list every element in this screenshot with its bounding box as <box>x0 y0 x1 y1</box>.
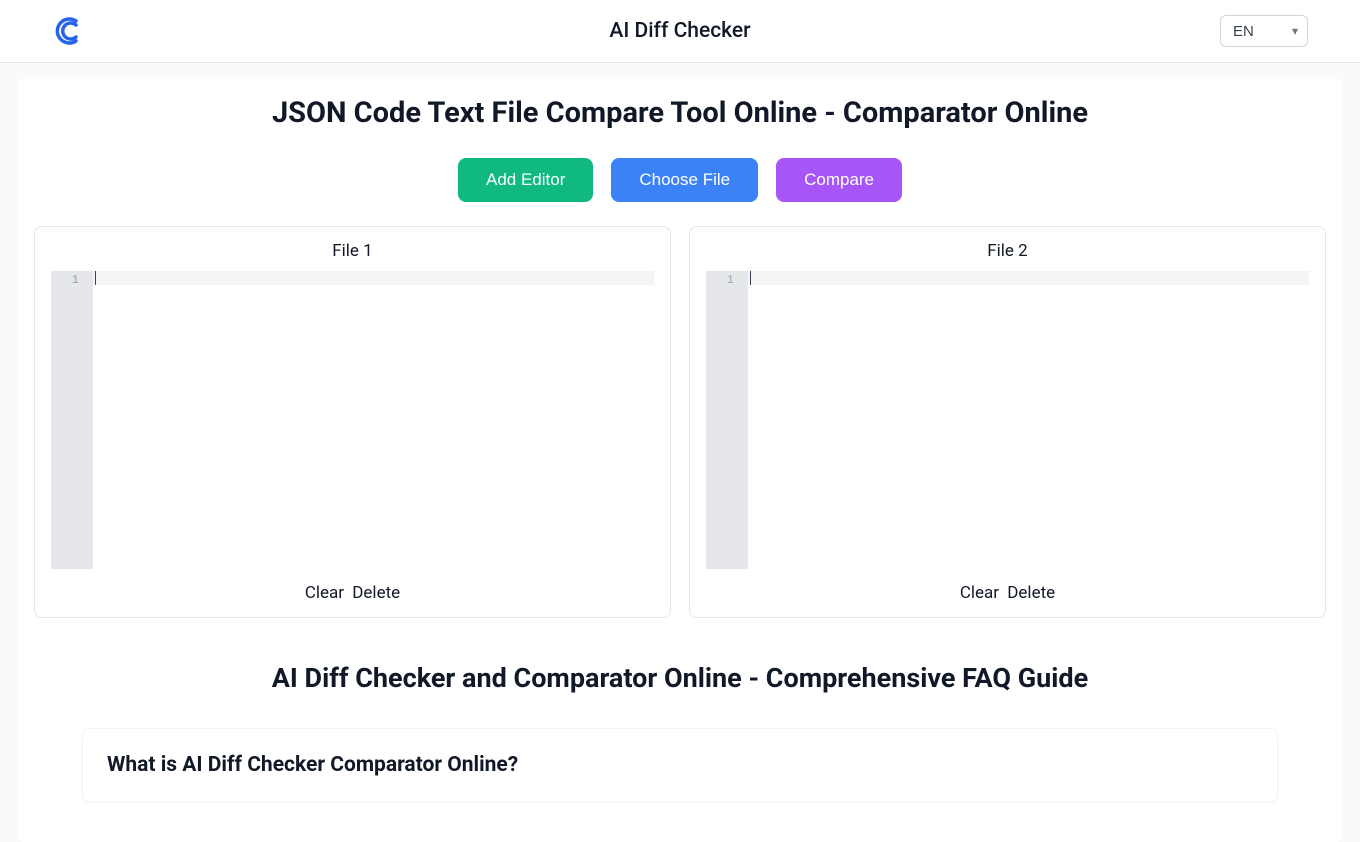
language-select[interactable]: EN <box>1220 15 1308 47</box>
editor-area-1[interactable]: 1 <box>51 271 654 569</box>
logo-icon[interactable] <box>52 15 84 47</box>
active-line-highlight <box>748 271 1309 285</box>
code-input-2[interactable] <box>748 271 1309 569</box>
faq-question: What is AI Diff Checker Comparator Onlin… <box>107 753 1253 777</box>
clear-button[interactable]: Clear <box>305 583 344 603</box>
code-input-1[interactable] <box>93 271 654 569</box>
header: AI Diff Checker EN <box>0 0 1360 63</box>
delete-button[interactable]: Delete <box>352 583 400 603</box>
editor-label: File 2 <box>706 241 1309 261</box>
editor-card-2: File 2 1 Clear Delete <box>689 226 1326 618</box>
main-container: JSON Code Text File Compare Tool Online … <box>18 79 1342 842</box>
delete-button[interactable]: Delete <box>1007 583 1055 603</box>
add-editor-button[interactable]: Add Editor <box>458 158 593 202</box>
faq-card: What is AI Diff Checker Comparator Onlin… <box>82 728 1278 802</box>
language-select-wrapper: EN <box>1220 15 1308 47</box>
text-cursor <box>750 271 751 285</box>
clear-button[interactable]: Clear <box>960 583 999 603</box>
editor-gutter: 1 <box>51 271 93 569</box>
editor-actions-2: Clear Delete <box>706 583 1309 603</box>
editor-card-1: File 1 1 Clear Delete <box>34 226 671 618</box>
editor-area-2[interactable]: 1 <box>706 271 1309 569</box>
editor-label: File 1 <box>51 241 654 261</box>
compare-button[interactable]: Compare <box>776 158 902 202</box>
text-cursor <box>95 271 96 285</box>
action-button-row: Add Editor Choose File Compare <box>18 158 1342 202</box>
editor-gutter: 1 <box>706 271 748 569</box>
editor-actions-1: Clear Delete <box>51 583 654 603</box>
editors-row: File 1 1 Clear Delete File 2 1 <box>34 226 1326 618</box>
page-title: JSON Code Text File Compare Tool Online … <box>18 79 1342 130</box>
active-line-highlight <box>93 271 654 285</box>
faq-title: AI Diff Checker and Comparator Online - … <box>18 662 1342 694</box>
choose-file-button[interactable]: Choose File <box>611 158 758 202</box>
app-title: AI Diff Checker <box>609 19 750 43</box>
